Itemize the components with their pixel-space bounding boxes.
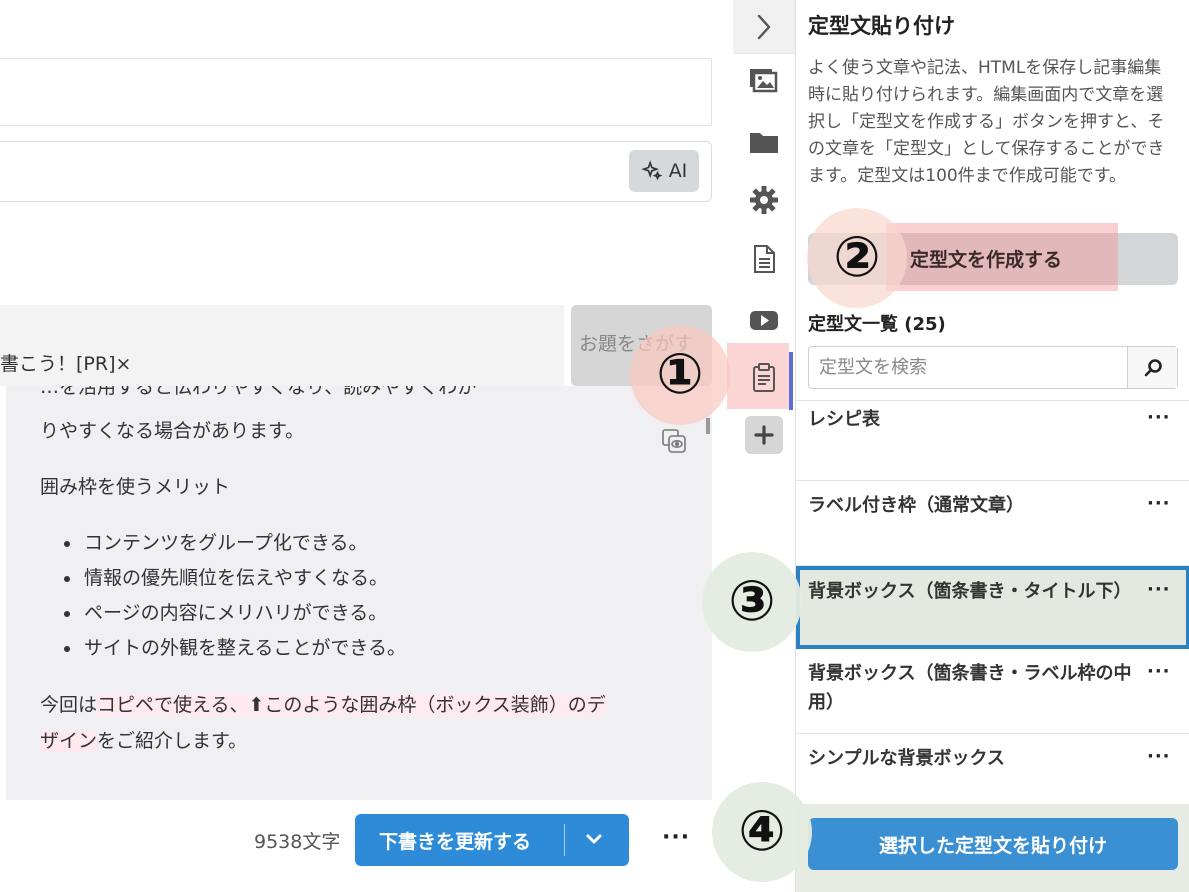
add-item-button[interactable] [745,416,783,454]
content-line: りやすくなる場合があります。 [40,420,305,442]
ai-input-row[interactable]: AI [0,141,712,202]
icon-rail [727,0,795,892]
create-template-label: 定型文を作成する [910,249,1063,271]
title-field[interactable] [0,58,712,126]
highlighted-text: ザイン [40,730,98,752]
template-name: シンプルな背景ボックス [808,748,1005,769]
callout-2: ② [807,208,907,308]
content-text: 今回は [40,694,98,716]
content-area[interactable]: …を活用すると伝わりやすくなり、読みやすくわか りやすくなる場合があります。 囲… [6,386,712,800]
template-name: 背景ボックス（箇条書き・ラベル枠の中用） [808,663,1132,713]
item-menu-button[interactable]: ··· [1147,493,1171,514]
list-item: ページの内容にメリハリができる。 [62,596,406,631]
callout-4: ④ [712,782,812,882]
search-icon [1144,359,1162,377]
item-menu-button[interactable]: ··· [1147,579,1171,600]
chevron-down-icon[interactable] [583,828,605,850]
template-list-title: 定型文一覧 (25) [808,314,946,335]
plus-icon [754,425,774,445]
editor-pane: AI 書こう！[PR]× お題をさがす …を活用すると伝わりやすくなり、読みやす… [0,0,733,892]
copy-preview-icon[interactable] [660,427,688,455]
clipboard-icon[interactable] [748,361,780,393]
youtube-icon[interactable] [748,304,780,336]
button-divider [564,824,565,856]
list-item[interactable]: ラベル付き枠（通常文章） ··· [796,481,1189,566]
content-line: 囲み枠を使うメリット [40,476,231,498]
list-item[interactable]: 背景ボックス（箇条書き・ラベル枠の中用） ··· [796,649,1189,734]
content-bullet-list: コンテンツをグループ化できる。 情報の優先順位を伝えやすくなる。 ページの内容に… [62,526,406,666]
template-search [808,346,1178,389]
sparkle-icon [640,160,663,181]
list-item[interactable]: レシピ表 ··· [796,401,1189,481]
panel-toggle-button[interactable] [733,0,795,54]
update-draft-label: 下書きを更新する [379,831,532,853]
callout-1: ① [630,325,730,425]
template-name: レシピ表 [808,409,880,430]
list-item[interactable]: シンプルな背景ボックス ··· [796,734,1189,805]
template-list: レシピ表 ··· ラベル付き枠（通常文章） ··· 背景ボックス（箇条書き・タイ… [796,400,1189,805]
item-menu-button[interactable]: ··· [1147,746,1171,767]
search-button[interactable] [1127,347,1177,388]
highlighted-text: コピペで使える、⬆このような囲み枠（ボックス装飾）のデ [97,694,606,716]
list-item: コンテンツをグループ化できる。 [62,526,406,561]
ai-button[interactable]: AI [629,150,699,192]
char-count: 9538文字 [254,831,341,853]
paste-footer: 選択した定型文を貼り付け [796,804,1189,892]
callout-3: ③ [702,552,802,652]
update-draft-button[interactable]: 下書きを更新する [355,814,629,866]
folder-icon[interactable] [748,126,780,158]
content-text: をご紹介します。 [97,730,248,752]
active-item-indicator [789,352,793,410]
item-menu-button[interactable]: ··· [1147,661,1171,682]
more-options-button[interactable]: ··· [662,825,690,850]
paste-template-button[interactable]: 選択した定型文を貼り付け [808,818,1178,870]
image-icon[interactable] [748,64,780,96]
document-icon[interactable] [748,243,780,275]
item-menu-button[interactable]: ··· [1147,407,1171,428]
template-search-input[interactable] [809,347,1127,388]
paste-template-label: 選択した定型文を貼り付け [878,835,1107,857]
tag-bar: 書こう！[PR]× [0,305,564,386]
ai-button-label: AI [668,160,688,182]
template-name: ラベル付き枠（通常文章） [808,495,1024,516]
template-panel: 定型文貼り付け よく使う文章や記法、HTMLを保存し記事編集時に貼り付けられます… [795,0,1189,892]
content-cut-line: …を活用すると伝わりやすくなり、読みやすくわか [40,386,477,398]
scrollbar-thumb[interactable] [706,418,710,434]
template-name: 背景ボックス（箇条書き・タイトル下） [808,581,1132,602]
list-item: サイトの外観を整えることができる。 [62,631,406,666]
tag-text[interactable]: 書こう！[PR]× [0,349,131,376]
panel-description: よく使う文章や記法、HTMLを保存し記事編集時に貼り付けられます。編集画面内で文… [808,58,1165,186]
content-line: ザインをご紹介します。 [40,724,247,758]
gear-icon[interactable] [748,184,780,216]
list-item: 情報の優先順位を伝えやすくなる。 [62,561,406,596]
chevron-right-icon [757,14,771,40]
panel-title: 定型文貼り付け [808,14,955,38]
content-line: 今回はコピペで使える、⬆このような囲み枠（ボックス装飾）のデ [40,688,606,722]
list-item-selected[interactable]: 背景ボックス（箇条書き・タイトル下） ··· [796,566,1189,649]
